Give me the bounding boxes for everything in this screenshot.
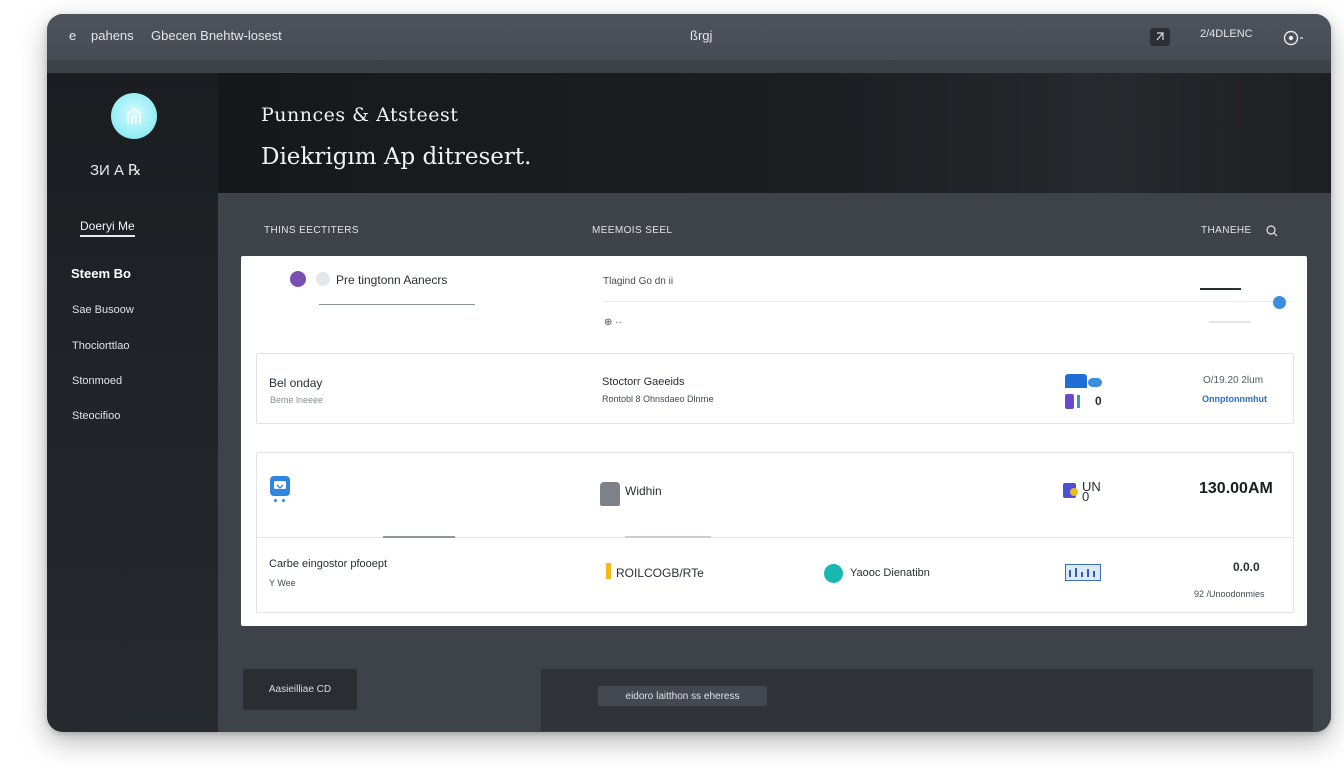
sidebar-section-link[interactable]: Doeryi Me [80,219,135,237]
card2-dot-b [282,499,285,502]
app-window: e pahens Gbecen Bnehtw-losest ßrgj 2/4DL… [47,14,1331,732]
sidebar-item-2[interactable]: Thociorttlao [72,340,129,352]
window-title: ßrgj [690,28,713,43]
page-title: Punnces & Atsteest [261,104,459,126]
bottom-action-button[interactable]: Aasieilliae CD [243,669,357,710]
row1-right-bar [1200,288,1241,290]
card2-badge: UN 0 [1082,479,1101,504]
row1-divider [603,301,1291,302]
content-panel: Pre tingtonn Aanecrs Tlagind Go dn ii ⊕ … [241,256,1307,626]
card1-blue-pill-icon [1088,378,1102,387]
user-name: ЗИ А ℞ [90,162,142,179]
bottom-status-pill[interactable]: eidoro laitthon ss eheress [598,686,767,706]
card3-chart-icon [1065,564,1101,581]
top-strip [47,60,1331,73]
building-icon [127,108,141,124]
row1-mid-label: Tlagind Go dn ii [603,276,674,287]
card1-right-top: O/19.20 2lum [1203,375,1264,386]
sidebar-section-title: Steem Bo [71,266,131,281]
card2-dot-a [274,499,277,502]
avatar[interactable] [111,93,157,139]
card1-title: Bel onday [269,376,323,390]
card1-subtitle: Beme lneeee [270,395,324,405]
card1-right-link[interactable]: Onnptonnmhut [1202,394,1267,404]
status-dot-purple [290,271,306,287]
breadcrumb[interactable]: Gbecen Bnehtw-losest [151,28,282,43]
row1-mid-detail: ⊕ ·· [604,317,622,328]
top-bar: e pahens Gbecen Bnehtw-losest ßrgj 2/4DL… [47,14,1331,60]
card1-blue-block-icon [1065,374,1087,388]
card2-amount: 130.00AM [1199,480,1273,497]
app-switch-icon[interactable] [1150,28,1170,46]
card1-mid-title: Stoctorr Gaeeids [602,376,685,388]
account-badge[interactable]: 2/4DLENC [1200,28,1253,40]
card1-purple-tag-icon [1065,394,1074,409]
card3-right-value: 0.0.0 [1233,560,1260,574]
sidebar-item-1[interactable]: Sae Busoow [72,304,134,316]
row1-right-bar-faint [1209,321,1251,323]
card1-blue-line-icon [1077,395,1080,408]
sidebar-item-3[interactable]: Stonmoed [72,375,122,387]
card3-teal-avatar [824,564,843,583]
record-card-1[interactable]: Bel onday Beme lneeee Stoctorr Gaeeids R… [256,353,1294,424]
card2-app-icon [270,476,290,496]
card3-person[interactable]: Yaooc Dienatibn [850,567,930,579]
card3-tab-underline-1 [383,536,455,538]
card2-bag-icon [600,482,620,506]
hero-header: Punnces & Atsteest Diekrigım Ap ditreser… [218,73,1331,193]
card3-right-sub: 92 /Unoodonmies [1194,589,1265,599]
card2-coin-icon [1070,488,1078,496]
card3-subtitle: Y Wee [269,578,296,588]
card3-code: ROILCOGB/RTe [616,566,704,580]
main-content: THINS EECTITERS MEEMOIS SEEL THANEHE Pre… [218,193,1331,732]
record-card-2[interactable]: Widhin UN 0 130.00AM Carbe eingostor pfo… [256,452,1294,613]
blue-indicator-dot[interactable] [1273,296,1286,309]
row1-underline [319,304,475,305]
card3-title: Carbe eingostor pfooept [269,558,388,570]
sidebar: ЗИ А ℞ Doeryi Me Steem Bo Sae Busoow Tho… [47,73,218,732]
column-header-1: THINS EECTITERS [264,225,359,236]
profile-icon[interactable] [1283,30,1307,49]
card3-gold-marker [606,563,611,579]
back-icon[interactable]: e [69,28,76,43]
row1-label[interactable]: Pre tingtonn Aanecrs [336,273,447,287]
search-icon[interactable] [1265,224,1279,243]
card2-mid-title: Widhin [625,484,662,498]
card1-value: 0 [1095,394,1102,408]
status-dot-grey [316,272,330,286]
sidebar-item-4[interactable]: Steocifioo [72,410,120,422]
page-subtitle: Diekrigım Ap ditresert. [261,144,532,170]
column-header-3[interactable]: THANEHE [1201,225,1252,236]
nav-left-link[interactable]: pahens [91,28,134,43]
column-header-2: MEEMOIS SEEL [592,225,673,236]
card3-tab-underline-2 [625,536,711,538]
card1-mid-subtitle: Rontobl 8 Ohnsdaeo Dlnrne [602,394,714,404]
